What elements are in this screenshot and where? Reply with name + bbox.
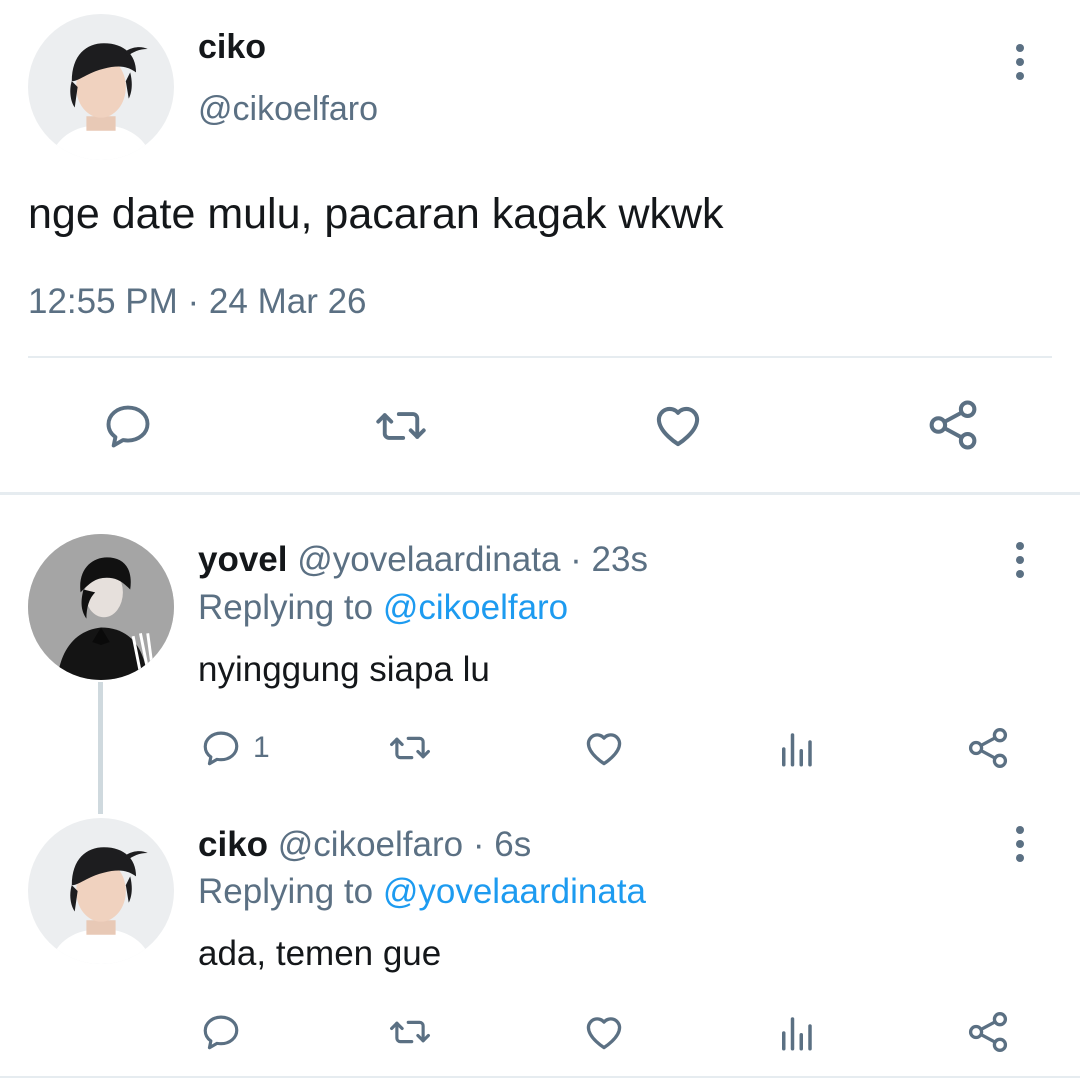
retweet-icon[interactable] [370,400,432,452]
analytics-icon[interactable] [775,728,817,770]
reply-icon[interactable] [200,727,242,769]
dot-icon [1016,72,1024,80]
avatar[interactable] [28,14,174,160]
reply-icon[interactable] [102,400,154,452]
like-icon[interactable] [582,1010,626,1054]
mention-link[interactable]: @cikoelfaro [383,588,568,627]
reply-header: ciko @cikoelfaro · 6s [198,825,531,865]
more-options-button[interactable] [1016,826,1024,862]
share-icon[interactable] [966,1010,1010,1054]
analytics-icon[interactable] [775,1012,817,1054]
display-name[interactable]: ciko [198,825,268,864]
like-icon[interactable] [582,726,626,770]
replying-to: Replying to @yovelaardinata [198,872,646,912]
bottom-divider [0,1076,1080,1078]
dot-icon [1016,840,1024,848]
relative-time[interactable]: · 23s [570,540,648,579]
divider [28,356,1052,358]
dot-icon [1016,854,1024,862]
replying-label: Replying to [198,588,383,627]
handle[interactable]: @cikoelfaro [198,90,378,129]
tweet-text: nyinggung siapa lu [198,650,490,689]
tweet-text: nge date mulu, pacaran kagak wkwk [28,190,724,238]
dot-icon [1016,542,1024,550]
share-icon[interactable] [966,726,1010,770]
reply-icon[interactable] [200,1011,242,1053]
share-icon[interactable] [926,398,980,452]
retweet-icon[interactable] [384,1011,436,1053]
display-name[interactable]: yovel [198,540,288,579]
more-options-button[interactable] [1016,542,1024,578]
display-name[interactable]: ciko [198,28,266,67]
mention-link[interactable]: @yovelaardinata [383,872,646,911]
like-icon[interactable] [651,398,705,452]
more-options-button[interactable] [1016,44,1024,80]
reply-count: 1 [253,731,270,764]
replying-to: Replying to @cikoelfaro [198,588,568,628]
dot-icon [1016,826,1024,834]
tweet-text: ada, temen gue [198,934,442,973]
dot-icon [1016,58,1024,66]
handle[interactable]: @yovelaardinata [297,540,560,579]
avatar[interactable] [28,818,174,964]
retweet-icon[interactable] [384,727,436,769]
section-divider [0,492,1080,495]
dot-icon [1016,44,1024,52]
replying-label: Replying to [198,872,383,911]
avatar[interactable] [28,534,174,680]
thread-line [98,682,103,814]
timestamp[interactable]: 12:55 PM · 24 Mar 26 [28,282,367,322]
reply-header: yovel @yovelaardinata · 23s [198,540,648,580]
relative-time[interactable]: · 6s [473,825,531,864]
dot-icon [1016,556,1024,564]
handle[interactable]: @cikoelfaro [278,825,463,864]
dot-icon [1016,570,1024,578]
